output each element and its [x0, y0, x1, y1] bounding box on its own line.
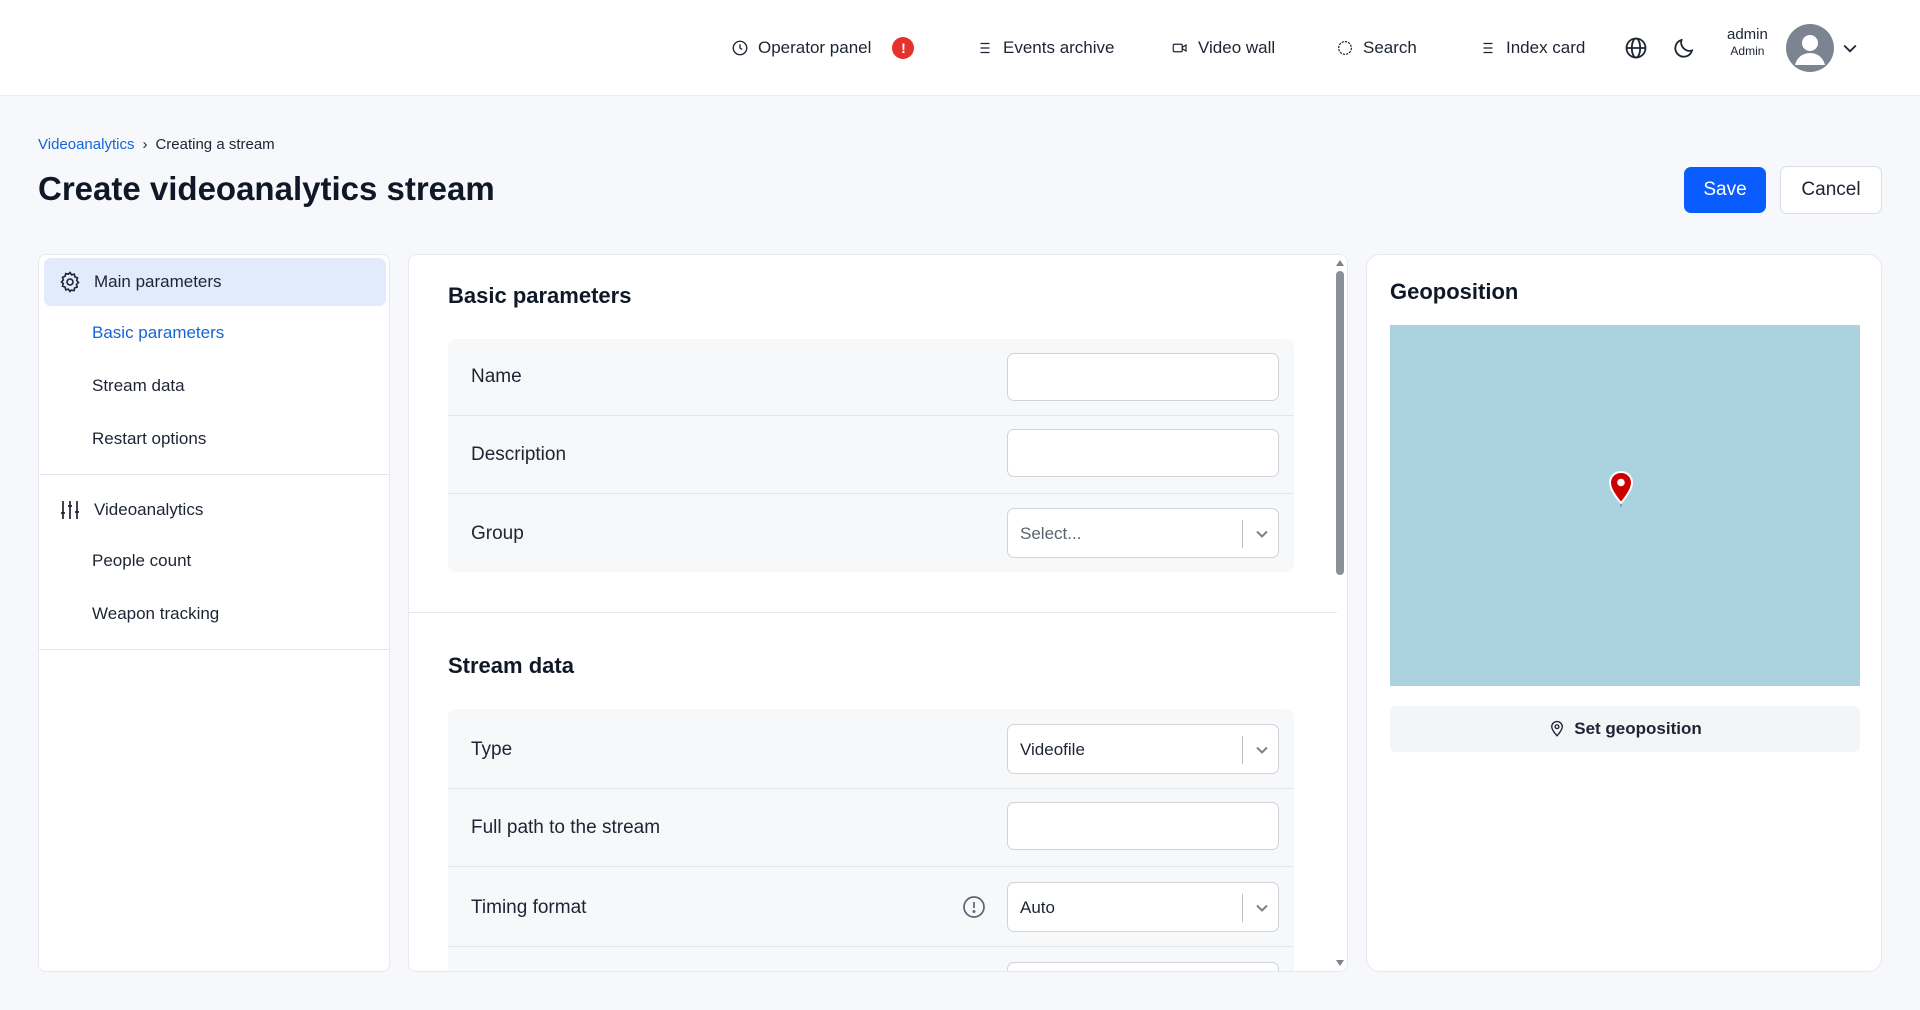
chevron-down-icon[interactable] — [1840, 38, 1860, 58]
nav-search[interactable]: Search — [1336, 0, 1417, 96]
set-geoposition-label: Set geoposition — [1574, 719, 1702, 738]
nav-operator-panel[interactable]: Operator panel ! — [731, 0, 915, 96]
description-label: Description — [471, 444, 567, 465]
gear-icon — [60, 271, 80, 293]
chevron-down-icon — [1256, 530, 1268, 538]
sidebar-group-main-parameters[interactable]: Main parameters — [44, 258, 386, 306]
user-icon — [1795, 35, 1825, 65]
globe-icon[interactable] — [1624, 36, 1648, 60]
map-marker-icon[interactable] — [1607, 470, 1635, 510]
user-name: admin — [1727, 26, 1768, 43]
timing-format-value: Auto — [1020, 898, 1055, 917]
sidebar-item-people-count[interactable]: People count — [92, 551, 191, 571]
search-circle-icon — [1338, 41, 1352, 55]
select-divider — [1242, 520, 1243, 548]
field-row-group: Group Select... — [448, 494, 1294, 572]
basic-parameters-group: Name Description Group Select... — [448, 339, 1294, 572]
stream-form-panel: Basic parameters Name Description Group … — [408, 254, 1348, 972]
user-info[interactable]: admin Admin — [1727, 26, 1768, 58]
section-title-stream-data: Stream data — [448, 653, 574, 678]
set-geoposition-button[interactable]: Set geoposition — [1390, 706, 1860, 752]
section-title-basic-parameters: Basic parameters — [448, 283, 632, 308]
sidebar-group-videoanalytics[interactable]: Videoanalytics — [44, 486, 386, 534]
info-icon[interactable] — [962, 895, 986, 919]
field-row-description: Description — [448, 416, 1294, 494]
nav-search-label: Search — [1363, 38, 1417, 57]
nav-operator-panel-label: Operator panel — [758, 38, 872, 57]
chevron-down-icon — [1256, 904, 1268, 912]
top-navigation-bar: Operator panel ! Events archive Video wa… — [0, 0, 1920, 96]
full-path-input[interactable] — [1007, 802, 1279, 850]
type-label: Type — [471, 739, 513, 760]
sidebar-item-restart-options[interactable]: Restart options — [92, 429, 206, 449]
cancel-button[interactable]: Cancel — [1780, 166, 1882, 214]
sidebar-divider — [39, 649, 389, 650]
alert-badge: ! — [892, 37, 915, 59]
stream-data-group: Type Videofile Full path to the stream T… — [448, 709, 1294, 971]
nav-video-wall[interactable]: Video wall — [1171, 0, 1275, 96]
field-row-type: Type Videofile — [448, 709, 1294, 789]
chevron-down-icon — [1256, 746, 1268, 754]
select-divider — [1242, 736, 1243, 764]
moon-icon[interactable] — [1672, 36, 1696, 60]
scroll-down-arrow-icon[interactable] — [1335, 959, 1345, 967]
select-divider — [1242, 894, 1243, 922]
user-role: Admin — [1730, 44, 1765, 58]
sidebar-group-label: Main parameters — [94, 272, 222, 291]
nav-index-card[interactable]: Index card — [1479, 0, 1585, 96]
timing-format-select[interactable]: Auto — [1007, 882, 1279, 932]
page-title: Create videoanalytics stream — [38, 170, 495, 207]
type-select[interactable]: Videofile — [1007, 724, 1279, 774]
section-divider — [409, 612, 1337, 613]
breadcrumb-videoanalytics-link[interactable]: Videoanalytics — [38, 136, 134, 153]
group-select-placeholder: Select... — [1020, 524, 1082, 543]
sidebar-item-basic-parameters[interactable]: Basic parameters — [92, 323, 224, 343]
sidebar-divider — [39, 474, 389, 475]
save-button[interactable]: Save — [1684, 167, 1766, 213]
name-label: Name — [471, 366, 522, 387]
nav-index-card-label: Index card — [1506, 38, 1586, 57]
avatar[interactable] — [1786, 24, 1834, 72]
field-row-name: Name — [448, 339, 1294, 416]
list-icon — [1483, 42, 1493, 54]
nav-events-archive[interactable]: Events archive — [976, 0, 1115, 96]
group-label: Group — [471, 523, 524, 544]
name-input[interactable] — [1007, 353, 1279, 401]
field-row-timing-format: Timing format Auto — [448, 867, 1294, 947]
geoposition-title: Geoposition — [1390, 279, 1519, 304]
next-field-control[interactable] — [1007, 962, 1279, 971]
field-row-next — [448, 947, 1294, 971]
full-path-label: Full path to the stream — [471, 817, 661, 838]
sidebar-item-stream-data[interactable]: Stream data — [92, 376, 185, 396]
sidebar-group-label: Videoanalytics — [94, 500, 204, 519]
breadcrumb-current: Creating a stream — [155, 136, 275, 153]
nav-events-archive-label: Events archive — [1003, 38, 1115, 57]
settings-sidebar: Main parameters Basic parameters Stream … — [38, 254, 390, 972]
breadcrumb: Videoanalytics › Creating a stream — [38, 136, 275, 153]
sliders-icon — [61, 501, 79, 519]
group-select[interactable]: Select... — [1007, 508, 1279, 558]
geoposition-map[interactable] — [1390, 325, 1860, 686]
sidebar-item-weapon-tracking[interactable]: Weapon tracking — [92, 604, 219, 624]
video-camera-icon — [1172, 43, 1187, 53]
clock-icon — [732, 40, 748, 56]
scrollbar-thumb[interactable] — [1336, 271, 1344, 575]
location-pin-icon — [1551, 720, 1564, 737]
breadcrumb-separator: › — [142, 136, 148, 153]
nav-video-wall-label: Video wall — [1198, 38, 1276, 57]
type-select-value: Videofile — [1020, 740, 1085, 759]
geoposition-panel: Geoposition Set geoposition — [1366, 254, 1882, 972]
description-input[interactable] — [1007, 429, 1279, 477]
timing-format-label: Timing format — [471, 897, 587, 918]
list-icon — [980, 42, 990, 54]
field-row-full-path: Full path to the stream — [448, 789, 1294, 867]
scroll-up-arrow-icon[interactable] — [1335, 259, 1345, 267]
